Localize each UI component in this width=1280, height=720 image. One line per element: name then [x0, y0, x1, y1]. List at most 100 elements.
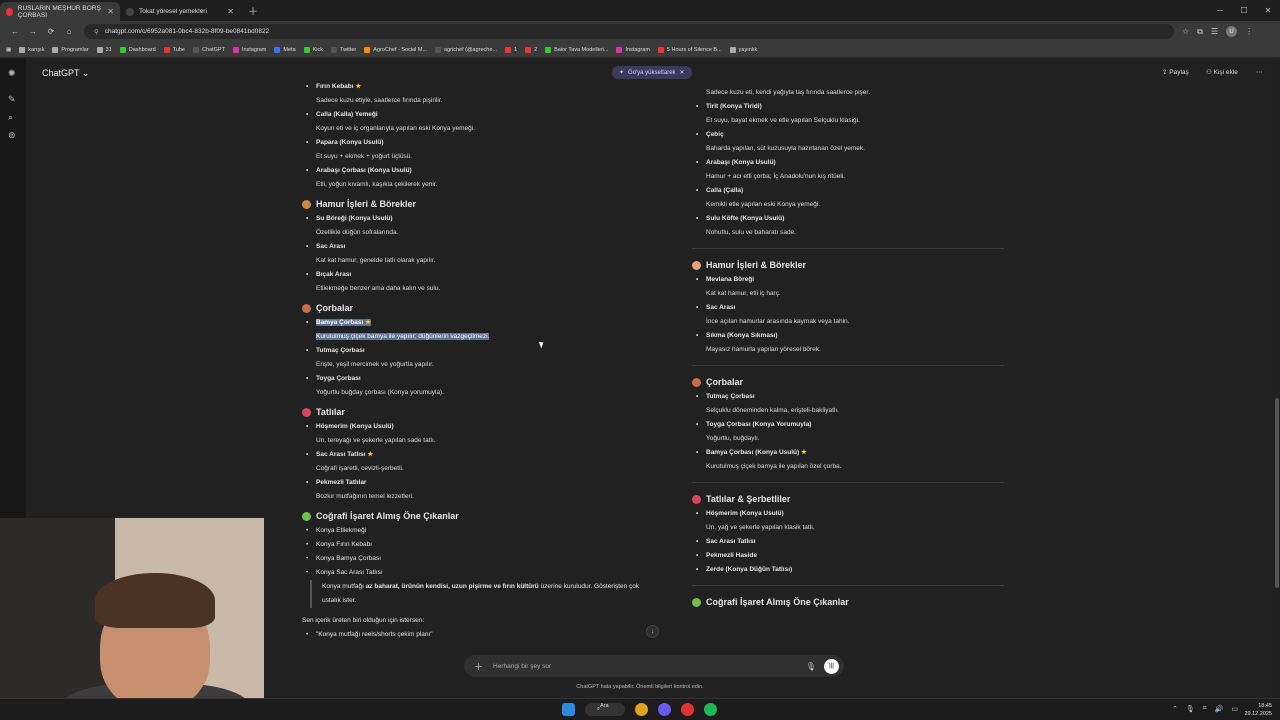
new-chat-icon[interactable]: ✎ — [8, 94, 16, 105]
bookmark[interactable]: Tube — [163, 46, 185, 53]
bookmark-favicon — [364, 46, 371, 53]
voice-mode-button[interactable]: ||| — [824, 658, 839, 674]
bookmark[interactable]: 31 — [96, 46, 112, 53]
prompt-composer[interactable]: ＋ Herhangi bir şey sor 🎙 ||| — [464, 655, 844, 677]
list-item: Zerde (Konya Düğün Tatlısı) — [692, 563, 1004, 577]
maximize-button[interactable]: ☐ — [1232, 0, 1256, 20]
list-item: Bıçak Arası — [302, 268, 642, 282]
microphone-icon[interactable]: 🎙 — [1186, 705, 1195, 713]
bookmark[interactable]: Programlar — [52, 46, 89, 53]
model-selector[interactable]: ChatGPT ⌄ — [42, 68, 89, 79]
forward-button[interactable]: → — [24, 27, 42, 36]
more-options-icon[interactable]: ⋯ — [1256, 68, 1263, 76]
pastry-icon — [692, 260, 701, 270]
clock[interactable]: 18:45 29.12.2025 — [1244, 702, 1272, 718]
plus-icon[interactable]: ＋ — [474, 660, 483, 673]
app-icon[interactable] — [681, 703, 694, 716]
add-person-button[interactable]: ⚇ Kişi ekle — [1206, 68, 1238, 76]
new-tab-button[interactable]: ＋ — [248, 3, 258, 18]
close-window-button[interactable]: ✕ — [1256, 0, 1280, 20]
youtube-icon — [525, 46, 532, 53]
bookmark[interactable]: Meta — [274, 46, 296, 53]
extensions-icon[interactable]: ⧉ — [1197, 27, 1203, 37]
youtube-icon — [6, 7, 13, 16]
taskbar-search[interactable]: ⌕ Ara — [585, 703, 625, 716]
item-desc: Özellikle düğün sofralarında. — [316, 229, 399, 236]
bookmark[interactable]: agrichef (@agreche... — [435, 46, 497, 53]
reload-button[interactable]: ⟳ — [42, 27, 60, 36]
list-item: Sulu Köfte (Konya Usulü) — [692, 212, 1004, 226]
scrollbar-thumb[interactable] — [1275, 398, 1279, 588]
microphone-icon[interactable]: 🎙 — [806, 662, 816, 671]
list-item: Arabaşı (Konya Usulü) — [692, 156, 1004, 170]
profile-avatar[interactable]: U — [1226, 26, 1238, 37]
star-icon: ★ — [365, 319, 371, 326]
bookmark[interactable]: Instagram — [616, 46, 650, 53]
close-icon[interactable]: ✕ — [107, 7, 114, 16]
search-icon[interactable]: ⌕ — [8, 112, 13, 123]
more-menu-icon[interactable]: ⋮ — [1245, 27, 1253, 36]
library-icon[interactable]: ⊚ — [8, 130, 16, 141]
bookmark[interactable]: ChatGPT — [193, 46, 225, 53]
youtube-icon — [163, 46, 170, 53]
bookmark[interactable]: Kick — [303, 46, 323, 53]
chatgpt-logo-icon[interactable]: ✺ — [8, 68, 16, 79]
star-icon: ★ — [801, 449, 807, 456]
windows-start-icon[interactable] — [562, 703, 575, 716]
battery-icon[interactable]: ▭ — [1231, 705, 1238, 713]
leaf-icon — [302, 511, 311, 521]
discord-icon[interactable] — [658, 703, 671, 716]
bookmark[interactable]: yayınlık — [729, 46, 757, 53]
youtube-icon — [505, 46, 512, 53]
item-desc: Kat kat hamur, etli iç harç. — [706, 290, 781, 297]
bookmark[interactable]: Instagram — [232, 46, 266, 53]
section-heading: Coğrafi İşaret Almış Öne Çıkanlar — [302, 508, 642, 524]
apps-icon[interactable]: ▦ — [6, 47, 11, 53]
section-heading: Tatlılar & Şerbetliler — [692, 491, 1004, 507]
item-desc: Et suyu, bayat ekmek ve etle yapılan Sel… — [706, 117, 860, 124]
home-button[interactable]: ⌂ — [60, 27, 78, 36]
upgrade-banner[interactable]: ✦ Go'ya yükseltarek ✕ — [612, 66, 692, 79]
chevron-up-icon[interactable]: ⌃ — [1172, 705, 1178, 713]
bookmark[interactable]: 5 Hours of Silence B... — [657, 46, 722, 53]
volume-icon[interactable]: 🔊 — [1215, 705, 1224, 713]
close-icon[interactable]: ✕ — [227, 7, 234, 16]
bookmark-star-icon[interactable]: ☆ — [1182, 27, 1189, 36]
soup-icon — [302, 303, 311, 313]
share-button[interactable]: ⇪ Paylaş — [1162, 68, 1189, 76]
bookmark[interactable]: 1 — [505, 46, 517, 53]
site-info-icon[interactable]: ⚲ — [94, 28, 99, 36]
list-item: Sac Arası Tatlısı ★ — [302, 448, 642, 462]
bookmark[interactable]: AgroChef - Social M... — [364, 46, 427, 53]
bookmark[interactable]: 2 — [525, 46, 537, 53]
menu-icon[interactable]: ☰ — [1211, 27, 1218, 36]
item-desc: Kat kat hamur, genelde tatlı olarak yapı… — [316, 257, 436, 264]
star-icon: ★ — [367, 451, 374, 458]
bookmark[interactable]: Baior Tava Modelleri... — [545, 46, 608, 53]
close-icon[interactable]: ✕ — [680, 69, 685, 76]
tab-0[interactable]: RUSLARIN MEŞHUR BORŞ ÇORBASI ✕ — [0, 2, 120, 21]
candy-icon — [302, 407, 311, 417]
back-button[interactable]: ← — [6, 27, 24, 36]
bookmark-favicon — [545, 46, 552, 53]
list-item: Toyga Çorbası (Konya Yorumuyla) — [692, 418, 1004, 432]
bookmark[interactable]: Dashboard — [119, 46, 156, 53]
item-desc: Sadece kuzu eti, kendi yağıyla taş fırın… — [706, 89, 871, 96]
minimize-button[interactable]: ─ — [1208, 0, 1232, 20]
scroll-down-button[interactable]: ↓ — [646, 625, 659, 638]
spotify-icon[interactable] — [704, 703, 717, 716]
prompt-input[interactable]: Herhangi bir şey sor — [493, 663, 551, 670]
bookmark[interactable]: karışık — [19, 46, 44, 53]
bookmark[interactable]: Twitter — [331, 46, 356, 53]
browser-tab-bar: RUSLARIN MEŞHUR BORŞ ÇORBASI ✕ Tokat yör… — [0, 0, 1280, 21]
bookmark-favicon — [119, 46, 126, 53]
scrollbar[interactable] — [1274, 58, 1280, 698]
item-desc: Yoğurtlu, buğdaylı. — [706, 435, 760, 442]
url-field[interactable]: ⚲ chatgpt.com/c/6952a081-0bc4-832b-8f09-… — [84, 24, 1174, 39]
list-item: Konya Fırın Kebabı — [302, 538, 642, 552]
item-desc: Erişte, yeşil mercimek ve yoğurtla yapıl… — [316, 361, 434, 368]
network-icon[interactable]: ⌗ — [1203, 705, 1207, 713]
blockquote: Konya mutfağı az baharat, ürünün kendisi… — [310, 580, 642, 608]
chrome-icon[interactable] — [635, 703, 648, 716]
tab-1[interactable]: Tokat yöresel yemekleri ✕ — [120, 2, 240, 21]
